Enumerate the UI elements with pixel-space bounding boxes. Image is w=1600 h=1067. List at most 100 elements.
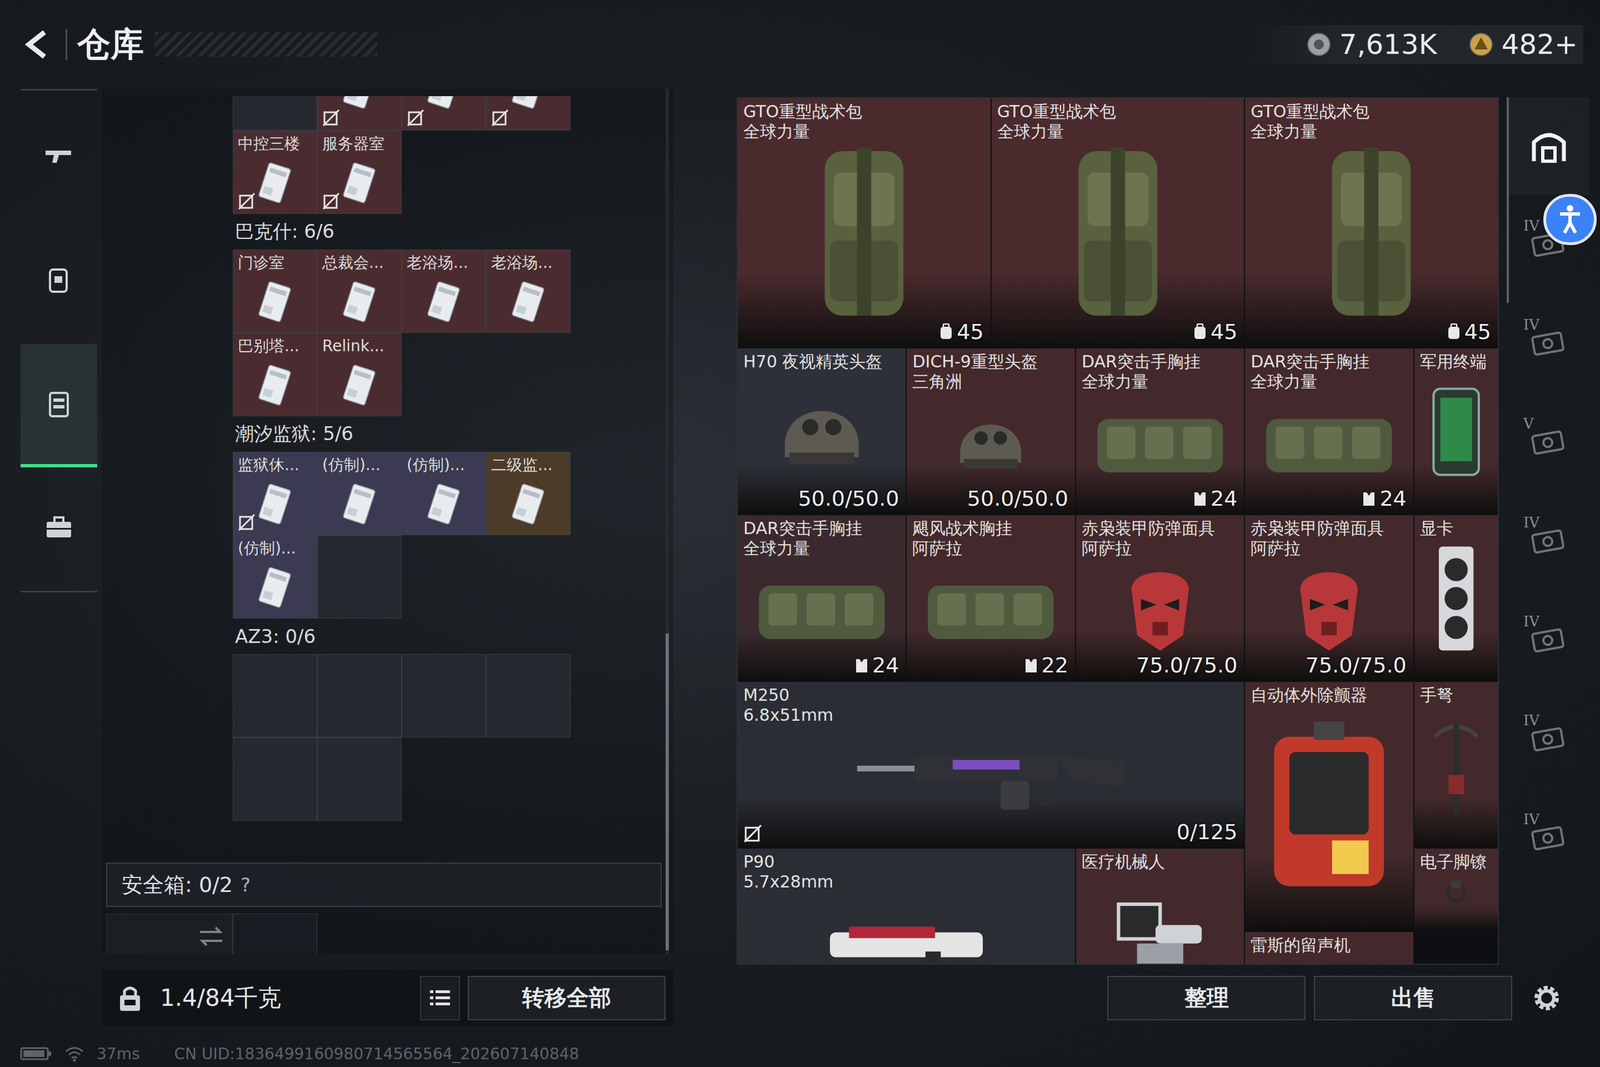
inventory-item[interactable]: 赤枭装甲防弹面具阿萨拉75.0/75.0 bbox=[1245, 515, 1413, 681]
inventory-item[interactable]: DAR突击手胸挂全球力量24 bbox=[1245, 348, 1413, 514]
lock-icon bbox=[743, 823, 763, 843]
keycard-slot[interactable]: (仿制)... bbox=[401, 451, 487, 535]
keycard-slot[interactable]: 监狱休... bbox=[232, 451, 318, 535]
nav-item[interactable] bbox=[20, 220, 98, 344]
tier-label: V bbox=[1523, 415, 1534, 432]
keycard-image bbox=[336, 96, 383, 112]
side-tab[interactable]: IV bbox=[1508, 788, 1589, 888]
empty-slot[interactable] bbox=[232, 653, 318, 738]
help-mark[interactable]: ? bbox=[240, 873, 251, 896]
inventory-item[interactable]: 手弩 bbox=[1414, 681, 1498, 848]
transfer-all-button[interactable]: 转移全部 bbox=[467, 975, 666, 1020]
inventory-item[interactable]: 雷斯的留声机 bbox=[1245, 931, 1413, 965]
list-view-button[interactable] bbox=[420, 975, 460, 1020]
side-tab[interactable] bbox=[1508, 97, 1589, 195]
accessibility-button[interactable] bbox=[1543, 193, 1597, 245]
action-button[interactable]: 整理 bbox=[1107, 975, 1306, 1020]
safe-box-slot[interactable] bbox=[232, 913, 318, 954]
weapon-icon bbox=[42, 140, 76, 174]
side-tab[interactable]: IV bbox=[1508, 689, 1589, 789]
keycard-slot[interactable]: 总裁会... bbox=[317, 249, 402, 333]
keycard-slot[interactable]: 服务器室 bbox=[317, 130, 402, 214]
empty-slot[interactable] bbox=[317, 653, 402, 738]
settings-button[interactable] bbox=[1530, 981, 1563, 1014]
inventory-item[interactable]: 显卡 bbox=[1414, 515, 1498, 681]
keycard-slot[interactable]: 老浴场... bbox=[486, 249, 571, 333]
inventory-item[interactable]: 电子脚镣 bbox=[1414, 848, 1498, 931]
side-tab[interactable]: IV bbox=[1508, 293, 1589, 393]
inventory-item[interactable]: DAR突击手胸挂全球力量24 bbox=[1076, 348, 1244, 514]
swap-area[interactable] bbox=[106, 913, 233, 954]
wifi-icon bbox=[64, 1045, 85, 1062]
inventory-item[interactable]: 飓风战术胸挂阿萨拉22 bbox=[906, 515, 1075, 681]
nav-item[interactable] bbox=[20, 97, 98, 221]
currency[interactable]: 482+ bbox=[1468, 28, 1578, 61]
item-title: 赤枭装甲防弹面具阿萨拉 bbox=[1245, 515, 1413, 559]
action-button[interactable]: 出售 bbox=[1313, 975, 1513, 1020]
action-bar: 整理出售 bbox=[734, 969, 1600, 1026]
inventory-item[interactable]: GTO重型战术包全球力量45 bbox=[737, 98, 991, 348]
warehouse-icon bbox=[1528, 125, 1570, 167]
inventory-item[interactable]: DICH-9重型头盔三角洲50.0/50.0 bbox=[906, 348, 1075, 514]
empty-slot[interactable] bbox=[401, 653, 487, 738]
side-tab[interactable]: IV bbox=[1508, 491, 1589, 591]
item-value: 45 bbox=[1192, 319, 1238, 344]
keycard-art bbox=[233, 153, 317, 214]
keycard-name: Relink... bbox=[317, 333, 402, 356]
item-art bbox=[1414, 538, 1498, 681]
inventory-item[interactable]: GTO重型战术包全球力量45 bbox=[991, 98, 1245, 348]
inventory-item[interactable]: 自动体外除颤器 bbox=[1245, 681, 1413, 931]
empty-slot[interactable] bbox=[486, 653, 571, 738]
item-value: 50.0/50.0 bbox=[967, 486, 1069, 511]
item-image bbox=[1252, 560, 1405, 657]
keycard-image bbox=[252, 160, 298, 207]
keycard-slot[interactable]: 门诊室 bbox=[232, 249, 318, 333]
keycard-slot[interactable] bbox=[317, 96, 402, 131]
lock-icon bbox=[237, 192, 256, 210]
currency[interactable]: 7,613K bbox=[1306, 28, 1438, 61]
keycard-slot[interactable]: 二级监... bbox=[486, 451, 571, 535]
uid-text: CN UID:1836499160980714565564_2026071408… bbox=[174, 1044, 580, 1063]
inventory-item[interactable]: 赤枭装甲防弹面具阿萨拉75.0/75.0 bbox=[1076, 515, 1244, 681]
inventory-item[interactable]: GTO重型战术包全球力量45 bbox=[1245, 98, 1498, 348]
keycard-slot[interactable]: (仿制)... bbox=[232, 535, 318, 619]
side-tab[interactable]: IV bbox=[1508, 590, 1589, 690]
keycard-art bbox=[233, 272, 317, 333]
keycard-slot[interactable]: 巴别塔... bbox=[232, 332, 318, 417]
keycard-image bbox=[421, 96, 467, 112]
keycard-slot[interactable]: Relink... bbox=[317, 332, 402, 417]
nav-item[interactable] bbox=[20, 343, 98, 468]
side-tab[interactable]: V bbox=[1508, 392, 1589, 492]
item-title: H70 夜视精英头盔 bbox=[737, 348, 906, 372]
item-title: 医疗机械人 bbox=[1076, 848, 1244, 872]
keycard-name: 二级监... bbox=[486, 452, 570, 475]
empty-slot[interactable] bbox=[232, 737, 318, 821]
scroll-track[interactable] bbox=[665, 88, 669, 954]
inventory-item[interactable]: P905.7x28mm bbox=[737, 848, 1075, 965]
keycard-slot[interactable] bbox=[486, 96, 571, 131]
keycard-slot[interactable]: 老浴场... bbox=[401, 249, 487, 333]
safe-box-bar[interactable]: 安全箱: 0/2? bbox=[106, 862, 662, 907]
keycard-slot[interactable]: (仿制)... bbox=[317, 451, 402, 535]
lock-icon bbox=[237, 513, 256, 532]
gear-icon bbox=[42, 263, 76, 298]
inventory-item[interactable]: 军用终端 bbox=[1414, 348, 1498, 514]
inventory-item[interactable]: DAR突击手胸挂全球力量24 bbox=[737, 515, 906, 681]
empty-slot[interactable] bbox=[232, 96, 318, 131]
warehouse-screen: 仓库7,613K482+中控三楼服务器室巴克什: 6/6门诊室总裁会...老浴场… bbox=[0, 0, 1600, 1067]
top-bar: 仓库7,613K482+ bbox=[0, 0, 1600, 89]
storage-area: GTO重型战术包全球力量45GTO重型战术包全球力量45GTO重型战术包全球力量… bbox=[734, 88, 1600, 1040]
empty-slot[interactable] bbox=[317, 535, 402, 619]
keycard-slot[interactable] bbox=[401, 96, 487, 131]
keycard-art bbox=[233, 474, 317, 535]
keycard-art bbox=[486, 272, 570, 333]
back-button[interactable] bbox=[20, 26, 56, 63]
clipped-card-row bbox=[232, 96, 663, 131]
keycard-slot[interactable]: 中控三楼 bbox=[232, 130, 318, 214]
nav-item[interactable] bbox=[20, 467, 98, 591]
inventory-item[interactable]: 医疗机械人 bbox=[1076, 848, 1244, 965]
empty-slot[interactable] bbox=[317, 737, 402, 821]
inventory-item[interactable]: H70 夜视精英头盔50.0/50.0 bbox=[737, 348, 906, 514]
inventory-item[interactable]: M2506.8x51mm0/125 bbox=[737, 681, 1244, 848]
scroll-thumb[interactable] bbox=[665, 633, 669, 950]
